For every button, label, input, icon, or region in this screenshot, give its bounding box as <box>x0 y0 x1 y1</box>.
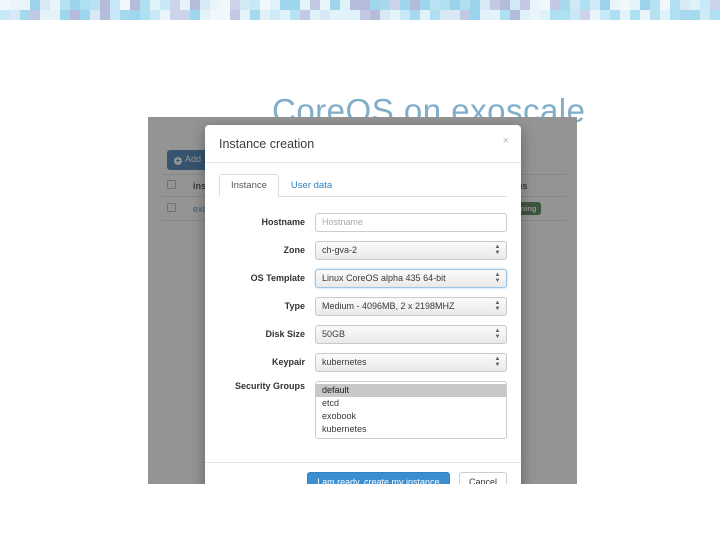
keypair-select-value: kubernetes <box>322 356 367 367</box>
label-os-template: OS Template <box>250 273 305 283</box>
security-group-option[interactable]: kubernetes <box>316 423 506 436</box>
dialog-body: Instance User data Hostname Zone ch-gva-… <box>205 163 521 454</box>
tab-instance[interactable]: Instance <box>219 174 279 197</box>
hostname-input[interactable] <box>315 212 507 232</box>
zone-select[interactable]: ch-gva-2 ▲ ▼ <box>315 240 507 260</box>
security-group-option[interactable]: etcd <box>316 397 506 410</box>
control-wrap-hostname <box>315 212 507 232</box>
create-instance-button[interactable]: I am ready, create my instance <box>307 471 450 484</box>
label-type: Type <box>284 301 305 311</box>
embedded-screenshot: +Add instance name status ex <box>148 117 577 484</box>
label-zone: Zone <box>283 245 306 255</box>
os-template-select-value: Linux CoreOS alpha 435 64-bit <box>322 272 446 283</box>
security-group-option[interactable]: exobook <box>316 410 506 423</box>
label-hostname: Hostname <box>261 216 305 227</box>
control-wrap-os-template: Linux CoreOS alpha 435 64-bit ▲ ▼ <box>315 268 507 288</box>
field-row-os-template: OS Template Linux CoreOS alpha 435 64-bi… <box>219 268 507 288</box>
security-group-option[interactable]: default <box>316 383 506 397</box>
dialog-header: Instance creation × <box>205 125 521 163</box>
chevron-updown-icon: ▲ ▼ <box>494 299 501 312</box>
keypair-select[interactable]: kubernetes ▲ ▼ <box>315 352 507 372</box>
disk-size-select-value: 50GB <box>322 328 346 339</box>
dialog-title: Instance creation <box>219 137 315 151</box>
chevron-updown-icon: ▲ ▼ <box>494 327 501 340</box>
disk-size-select[interactable]: 50GB ▲ ▼ <box>315 324 507 344</box>
chevron-updown-icon: ▲ ▼ <box>494 355 501 368</box>
os-template-select[interactable]: Linux CoreOS alpha 435 64-bit ▲ ▼ <box>315 268 507 288</box>
label-security-groups: Security Groups <box>234 380 305 391</box>
chevron-updown-icon: ▲ ▼ <box>494 271 501 284</box>
type-select[interactable]: Medium - 4096MB, 2 x 2198MHZ ▲ ▼ <box>315 296 507 316</box>
decorative-mosaic-strip <box>0 0 720 20</box>
control-wrap-type: Medium - 4096MB, 2 x 2198MHZ ▲ ▼ <box>315 296 507 316</box>
tab-user-data[interactable]: User data <box>279 174 344 197</box>
chevron-updown-icon: ▲ ▼ <box>494 243 501 256</box>
close-icon[interactable]: × <box>503 136 509 147</box>
zone-select-value: ch-gva-2 <box>322 244 358 255</box>
field-row-hostname: Hostname <box>219 212 507 232</box>
control-wrap-keypair: kubernetes ▲ ▼ <box>315 352 507 372</box>
field-row-type: Type Medium - 4096MB, 2 x 2198MHZ ▲ ▼ <box>219 296 507 316</box>
label-disk-size: Disk Size <box>265 329 305 339</box>
cancel-button[interactable]: Cancel <box>458 471 507 484</box>
dialog-tabs: Instance User data <box>219 174 507 197</box>
label-keypair: Keypair <box>271 357 305 367</box>
control-wrap-security-groups: default etcd exobook kubernetes <box>315 380 507 439</box>
control-wrap-disk-size: 50GB ▲ ▼ <box>315 324 507 344</box>
field-row-security-groups: Security Groups default etcd exobook kubern… <box>219 380 507 439</box>
field-row-zone: Zone ch-gva-2 ▲ ▼ <box>219 240 507 260</box>
type-select-value: Medium - 4096MB, 2 x 2198MHZ <box>322 300 455 311</box>
instance-creation-dialog: Instance creation × Instance User data H… <box>205 125 521 484</box>
dialog-footer: I am ready, create my instance Cancel <box>205 461 521 484</box>
field-row-keypair: Keypair kubernetes ▲ ▼ <box>219 352 507 372</box>
control-wrap-zone: ch-gva-2 ▲ ▼ <box>315 240 507 260</box>
field-row-disk-size: Disk Size 50GB ▲ ▼ <box>219 324 507 344</box>
security-groups-listbox[interactable]: default etcd exobook kubernetes <box>315 380 507 439</box>
